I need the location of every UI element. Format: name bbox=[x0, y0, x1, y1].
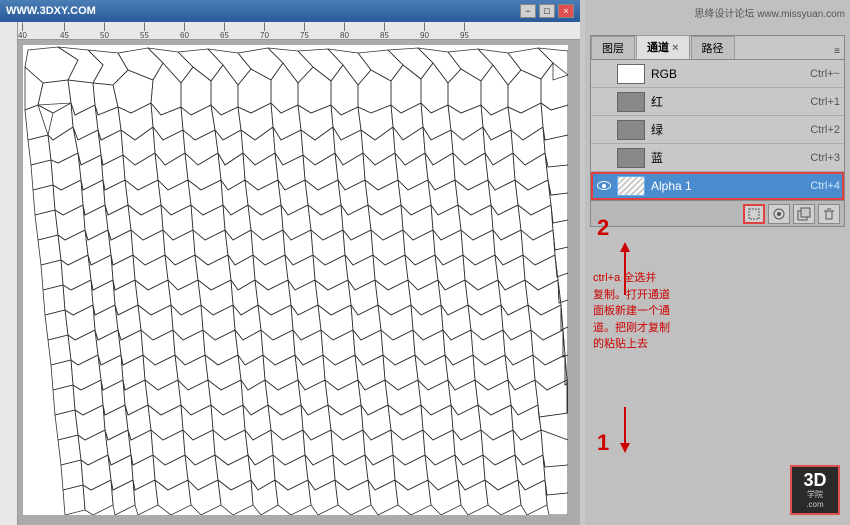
annotation-text: ctrl+a 全选并 复制。打开通道 面板新建一个通 道。把刚才复制 的粘贴上去 bbox=[593, 270, 845, 353]
panel-toolbar bbox=[591, 200, 844, 226]
channel-thumb-rgb bbox=[617, 64, 645, 84]
maximize-button[interactable]: □ bbox=[539, 4, 555, 18]
save-selection-button[interactable] bbox=[768, 204, 790, 224]
delete-channel-button[interactable] bbox=[818, 204, 840, 224]
minimize-button[interactable]: − bbox=[520, 4, 536, 18]
canvas bbox=[23, 45, 568, 515]
trash-icon bbox=[822, 207, 836, 221]
channel-row-blue[interactable]: 蓝 Ctrl+3 bbox=[591, 144, 844, 172]
eye-icon-alpha1 bbox=[597, 181, 611, 190]
title-bar: WWW.3DXY.COM − □ × bbox=[0, 0, 580, 22]
title-controls: − □ × bbox=[520, 4, 574, 18]
channel-thumb-alpha1 bbox=[617, 176, 645, 196]
ruler-top: 40 45 50 55 60 65 70 75 80 85 90 95 bbox=[0, 22, 580, 40]
channel-thumb-blue bbox=[617, 148, 645, 168]
main-window: WWW.3DXY.COM − □ × 40 45 50 55 60 65 70 … bbox=[0, 0, 580, 525]
tab-paths[interactable]: 路径 bbox=[691, 36, 735, 59]
ruler-mark: 85 bbox=[380, 22, 389, 40]
ruler-mark: 45 bbox=[60, 22, 69, 40]
ruler-mark: 90 bbox=[420, 22, 429, 40]
right-panel: 思绛设计论坛 www.missyuan.com 图层 通道 路径 ≡ RGB C… bbox=[585, 0, 850, 525]
close-button[interactable]: × bbox=[558, 4, 574, 18]
eye-toggle-blue[interactable] bbox=[595, 149, 613, 167]
ruler-mark: 80 bbox=[340, 22, 349, 40]
ruler-mark: 70 bbox=[260, 22, 269, 40]
tab-channels[interactable]: 通道 bbox=[636, 35, 690, 59]
load-selection-icon bbox=[747, 207, 761, 221]
eye-toggle-rgb[interactable] bbox=[595, 65, 613, 83]
load-selection-button[interactable] bbox=[743, 204, 765, 224]
tab-layers[interactable]: 图层 bbox=[591, 36, 635, 59]
top-branding: 思绛设计论坛 www.missyuan.com bbox=[694, 5, 845, 20]
channel-name-green: 绿 bbox=[651, 121, 810, 138]
channel-thumb-red bbox=[617, 92, 645, 112]
channels-panel: 图层 通道 路径 ≡ RGB Ctrl+~ 红 bbox=[590, 35, 845, 227]
channel-row-red[interactable]: 红 Ctrl+1 bbox=[591, 88, 844, 116]
eye-toggle-green[interactable] bbox=[595, 121, 613, 139]
channel-list: RGB Ctrl+~ 红 Ctrl+1 绿 Ctrl+2 蓝 bbox=[591, 60, 844, 200]
logo-site: .com bbox=[806, 500, 823, 509]
voronoi-svg bbox=[23, 45, 568, 515]
channel-name-blue: 蓝 bbox=[651, 149, 810, 166]
eye-toggle-alpha1[interactable] bbox=[595, 177, 613, 195]
annotation-number-1: 1 bbox=[597, 430, 609, 456]
logo-area: 3D 学院 .com bbox=[790, 465, 840, 515]
annotation-number-2: 2 bbox=[597, 215, 609, 241]
ruler-left bbox=[0, 22, 18, 525]
logo-subtext: 学院 bbox=[807, 489, 823, 500]
logo-box: 3D 学院 .com bbox=[790, 465, 840, 515]
channel-row-alpha1[interactable]: Alpha 1 Ctrl+4 bbox=[591, 172, 844, 200]
new-channel-button[interactable] bbox=[793, 204, 815, 224]
panel-tabs: 图层 通道 路径 ≡ bbox=[591, 36, 844, 60]
channel-shortcut-rgb: Ctrl+~ bbox=[810, 68, 840, 80]
channel-shortcut-blue: Ctrl+3 bbox=[810, 152, 840, 164]
logo-3d: 3D bbox=[803, 471, 826, 489]
channel-name-rgb: RGB bbox=[651, 67, 810, 81]
canvas-area bbox=[18, 40, 580, 525]
ruler-mark: 60 bbox=[180, 22, 189, 40]
annotation-arrow-down bbox=[615, 405, 635, 458]
ruler-mark: 65 bbox=[220, 22, 229, 40]
save-selection-icon bbox=[772, 207, 786, 221]
new-channel-icon bbox=[797, 207, 811, 221]
channel-shortcut-red: Ctrl+1 bbox=[810, 96, 840, 108]
eye-toggle-red[interactable] bbox=[595, 93, 613, 111]
ruler-mark: 50 bbox=[100, 22, 109, 40]
ruler-mark: 40 bbox=[18, 22, 27, 40]
ruler-mark: 95 bbox=[460, 22, 469, 40]
channel-name-red: 红 bbox=[651, 93, 810, 110]
channel-row-rgb[interactable]: RGB Ctrl+~ bbox=[591, 60, 844, 88]
window-title: WWW.3DXY.COM bbox=[6, 5, 96, 17]
panel-menu-button[interactable]: ≡ bbox=[834, 46, 840, 57]
ruler-mark: 55 bbox=[140, 22, 149, 40]
channel-shortcut-alpha1: Ctrl+4 bbox=[810, 180, 840, 192]
channel-row-green[interactable]: 绿 Ctrl+2 bbox=[591, 116, 844, 144]
arrow-down-icon bbox=[615, 405, 635, 455]
channel-shortcut-green: Ctrl+2 bbox=[810, 124, 840, 136]
ruler-mark: 75 bbox=[300, 22, 309, 40]
voronoi-pattern bbox=[23, 45, 568, 515]
channel-name-alpha1: Alpha 1 bbox=[651, 179, 810, 193]
channel-thumb-green bbox=[617, 120, 645, 140]
